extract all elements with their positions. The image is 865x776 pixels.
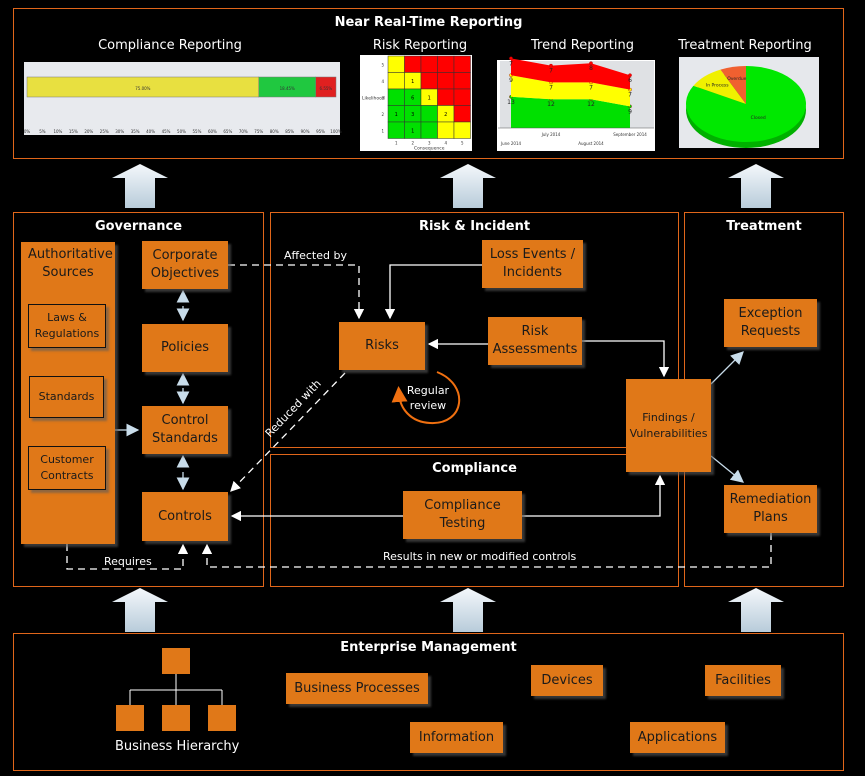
standards[interactable]: Standards [29,376,104,418]
customer-contracts[interactable]: Customer Contracts [28,446,106,490]
hierarchy-node [208,705,236,731]
remediation-plans[interactable]: Remediation Plans [724,485,817,533]
up-arrow-icon [112,588,168,632]
loss-events[interactable]: Loss Events / Incidents [482,240,583,288]
affected-by-label: Affected by [284,249,347,262]
exception-requests[interactable]: Exception Requests [724,299,817,347]
up-arrow-icon [440,588,496,632]
up-arrow-icon [112,164,168,208]
hierarchy-node [162,648,190,674]
control-standards[interactable]: Control Standards [142,406,228,454]
corporate-objectives[interactable]: Corporate Objectives [142,241,228,289]
risks[interactable]: Risks [339,322,425,370]
controls[interactable]: Controls [142,492,228,541]
hierarchy-node [162,705,190,731]
up-arrow-icon [440,164,496,208]
hierarchy-node [116,705,144,731]
compliance-testing[interactable]: Compliance Testing [403,491,522,539]
up-arrow-icon [728,588,784,632]
information[interactable]: Information [410,722,503,753]
findings-vulnerabilities[interactable]: Findings / Vulnerabilities [626,379,711,472]
regular-review-label: Regular review [406,384,450,412]
requires-label: Requires [104,555,152,568]
devices[interactable]: Devices [531,665,603,696]
up-arrow-icon [728,164,784,208]
business-processes[interactable]: Business Processes [286,673,428,704]
policies[interactable]: Policies [142,324,228,372]
facilities[interactable]: Facilities [705,665,781,696]
results-label: Results in new or modified controls [383,550,577,563]
applications[interactable]: Applications [630,722,725,753]
business-hierarchy-label: Business Hierarchy [115,739,240,754]
risk-assessments[interactable]: Risk Assessments [488,317,582,365]
laws-regulations[interactable]: Laws & Regulations [28,304,106,348]
